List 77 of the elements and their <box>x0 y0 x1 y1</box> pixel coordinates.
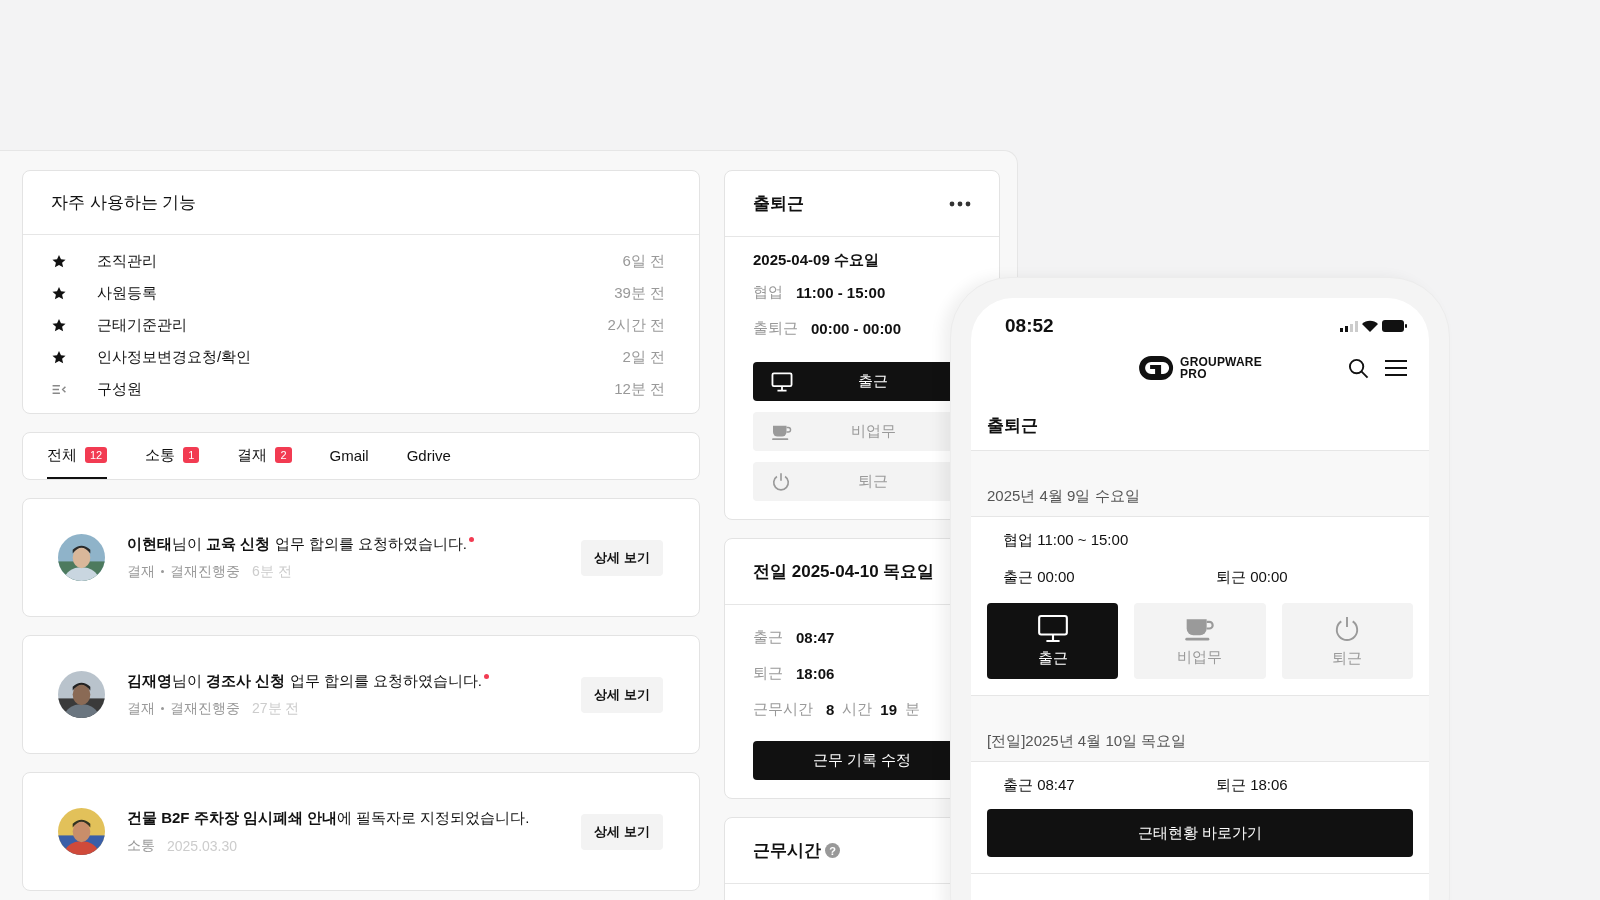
category-label: 소통 <box>127 836 155 855</box>
tab[interactable]: 전체 12 <box>47 433 108 479</box>
list-icon <box>51 383 67 395</box>
notification-message: 건물 B2F 주차장 임시폐쇄 안내에 필독자로 지정되었습니다. <box>127 808 530 828</box>
status-label: 결재진행중 <box>170 699 240 718</box>
clock-in-text: 출근 08:47 <box>1002 776 1076 795</box>
clock-out-text: 퇴근 00:00 <box>1215 568 1289 587</box>
card-title: 근무시간 <box>753 840 821 862</box>
card-title: 자주 사용하는 기능 <box>51 192 197 214</box>
star-icon <box>51 253 67 269</box>
date-text: [전일]2025년 4월 10일 목요일 <box>987 732 1187 749</box>
favorite-link[interactable]: 인사정보변경요청/확인 <box>97 347 623 367</box>
tab[interactable]: Gmail <box>329 433 369 479</box>
logo-text: GROUPWARE PRO <box>1180 356 1262 380</box>
monitor-icon <box>1036 614 1069 643</box>
menu-icon[interactable] <box>1385 359 1407 377</box>
unit-label: 시간 <box>842 699 873 719</box>
power-icon <box>771 471 791 492</box>
hours-value: 8 <box>826 700 835 718</box>
favorite-link[interactable]: 사원등록 <box>97 283 615 303</box>
field-value: 11:00 - 15:00 <box>796 283 886 301</box>
category-label: 결재 <box>127 562 155 581</box>
time-ago: 39분 전 <box>614 283 665 303</box>
star-icon <box>51 285 67 301</box>
status-label: 결재진행중 <box>170 562 240 581</box>
count-badge: 12 <box>85 447 108 463</box>
notification-message: 이현태님이 교육 신청 업무 합의를 요청하였습니다. <box>127 534 467 554</box>
detail-button[interactable]: 상세 보기 <box>581 813 663 850</box>
logo-icon <box>1138 355 1175 381</box>
clock-out-text: 퇴근 18:06 <box>1215 776 1289 795</box>
field-value: 18:06 <box>796 664 835 682</box>
field-label: 협업 <box>753 282 783 302</box>
battery-icon <box>1382 320 1407 332</box>
minutes-value: 19 <box>880 700 898 718</box>
schedule-text: 협업 11:00 ~ 15:00 <box>1002 531 1129 550</box>
star-icon <box>51 317 67 333</box>
detail-button[interactable]: 상세 보기 <box>581 539 663 576</box>
clock-in-text: 출근 00:00 <box>1002 568 1076 587</box>
favorite-link[interactable]: 근태기준관리 <box>97 315 608 335</box>
field-label: 출퇴근 <box>753 318 798 338</box>
star-icon <box>51 349 67 365</box>
field-label: 퇴근 <box>753 663 783 683</box>
time-ago: 2시간 전 <box>607 315 665 335</box>
status-time: 08:52 <box>1005 315 1054 337</box>
detail-button[interactable]: 상세 보기 <box>581 676 663 713</box>
tab[interactable]: 소통 1 <box>145 433 200 479</box>
field-value: 00:00 - 00:00 <box>811 319 902 337</box>
search-icon[interactable] <box>1348 357 1369 379</box>
signal-icon <box>1340 320 1358 332</box>
favorite-link[interactable]: 조직관리 <box>97 251 623 271</box>
date-text: 2025-04-09 수요일 <box>753 251 880 270</box>
field-value: 08:47 <box>796 628 835 646</box>
attendance-button[interactable]: 출근 <box>753 362 951 401</box>
unit-label: 분 <box>905 699 921 719</box>
attendance-button[interactable]: 출근 <box>987 603 1119 679</box>
time-ago: 12분 전 <box>614 379 665 399</box>
time-ago: 6일 전 <box>622 251 665 271</box>
separator-dot <box>161 570 164 573</box>
count-badge: 1 <box>183 447 200 463</box>
attendance-status-button[interactable]: 근태현황 바로가기 <box>987 809 1413 857</box>
date-text: 2025년 4월 9일 수요일 <box>987 487 1140 504</box>
tab[interactable]: 결재 2 <box>237 433 292 479</box>
card-title: 출퇴근 <box>753 193 804 215</box>
notification-message: 김재영님이 경조사 신청 업무 합의를 요청하였습니다. <box>127 671 482 691</box>
monitor-icon <box>771 371 793 392</box>
field-label: 근무시간 <box>753 699 813 719</box>
more-icon[interactable] <box>949 200 971 207</box>
wifi-icon <box>1362 320 1378 332</box>
edit-record-button[interactable]: 근무 기록 수정 <box>753 741 951 780</box>
field-label: 출근 <box>753 627 783 647</box>
category-label: 결재 <box>127 699 155 718</box>
tab[interactable]: Gdrive <box>406 433 451 479</box>
card-title: 전일 2025-04-10 목요일 <box>753 561 935 583</box>
separator-dot <box>161 707 164 710</box>
time-ago: 2일 전 <box>622 347 665 367</box>
count-badge: 2 <box>275 447 292 463</box>
favorite-link[interactable]: 구성원 <box>97 379 615 399</box>
